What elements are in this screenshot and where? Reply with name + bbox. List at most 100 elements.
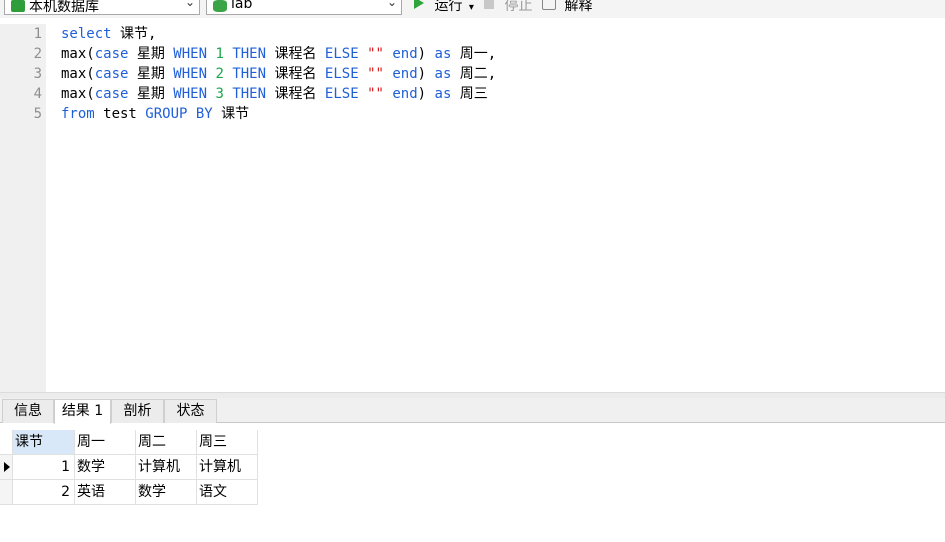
code-token: 课节: [212, 106, 250, 122]
connection-icon: [11, 0, 25, 12]
code-token: test: [94, 106, 146, 122]
column-header[interactable]: 周二: [136, 430, 197, 455]
row-selector-header: [0, 430, 13, 455]
stop-icon: [484, 0, 494, 9]
code-token: WHEN: [173, 86, 208, 102]
code-token: 课节,: [111, 26, 157, 42]
explain-button-label: 解释: [564, 0, 593, 14]
code-token: from: [61, 106, 95, 122]
code-token: WHEN: [173, 66, 208, 82]
code-token: as: [434, 46, 452, 62]
row-selector[interactable]: [0, 480, 13, 505]
line-number: 4: [33, 86, 42, 102]
code-token: case: [94, 66, 129, 82]
code-token: 课程名: [266, 86, 325, 102]
table-cell[interactable]: 计算机: [197, 455, 258, 480]
code-token: end: [392, 66, 418, 82]
column-header[interactable]: 周三: [197, 430, 258, 455]
code-token: THEN: [232, 66, 267, 82]
code-token: 星期: [128, 66, 174, 82]
code-token: max(: [61, 46, 95, 62]
table-cell[interactable]: 语文: [197, 480, 258, 505]
code-token: 周二,: [451, 66, 497, 82]
tab-status[interactable]: 状态: [164, 399, 217, 423]
chevron-down-icon: ⌄: [386, 0, 397, 9]
database-icon: [213, 0, 227, 12]
code-token: case: [94, 46, 129, 62]
sql-code[interactable]: select 课节, max(case 星期 WHEN 1 THEN 课程名 EL…: [61, 24, 496, 124]
code-token: 周一,: [451, 46, 497, 62]
database-select[interactable]: lab ⌄: [206, 0, 402, 15]
code-token: ): [417, 46, 435, 62]
code-token: GROUP BY: [145, 106, 213, 122]
code-token: 课程名: [266, 46, 325, 62]
code-token: "": [367, 86, 384, 102]
code-token: as: [434, 86, 452, 102]
code-token: 3: [215, 86, 224, 102]
code-token: as: [434, 66, 452, 82]
code-line[interactable]: max(case 星期 WHEN 1 THEN 课程名 ELSE "" end)…: [61, 44, 496, 64]
code-token: ): [417, 86, 435, 102]
code-token: "": [367, 66, 384, 82]
table-cell[interactable]: 英语: [75, 480, 136, 505]
code-token: 1: [215, 46, 224, 62]
stop-button[interactable]: 停止: [484, 0, 532, 15]
code-token: ELSE: [324, 66, 359, 82]
chevron-down-icon: ⌄: [184, 0, 195, 9]
code-token: ELSE: [324, 46, 359, 62]
code-token: ): [417, 66, 435, 82]
stop-button-label: 停止: [504, 0, 533, 14]
table-cell[interactable]: 1: [13, 455, 75, 480]
code-token: 课程名: [266, 66, 325, 82]
code-line[interactable]: max(case 星期 WHEN 3 THEN 课程名 ELSE "" end)…: [61, 84, 496, 104]
explain-icon: [542, 0, 556, 10]
code-token: 星期: [128, 46, 174, 62]
code-line[interactable]: from test GROUP BY 课节: [61, 104, 496, 124]
table-cell[interactable]: 计算机: [136, 455, 197, 480]
result-tabs: 信息 结果 1 剖析 状态: [0, 398, 945, 424]
code-token: case: [94, 86, 129, 102]
line-number-gutter: 1 2 3 4 5: [0, 24, 46, 392]
code-token: THEN: [232, 86, 267, 102]
table-cell[interactable]: 数学: [136, 480, 197, 505]
tab-profile[interactable]: 剖析: [111, 399, 164, 423]
play-icon: [414, 0, 424, 9]
column-header[interactable]: 课节: [13, 430, 75, 455]
code-token: end: [392, 86, 418, 102]
code-token: 2: [215, 66, 224, 82]
line-number: 1: [33, 26, 42, 42]
current-row-icon: [4, 462, 10, 472]
code-line[interactable]: select 课节,: [61, 24, 496, 44]
row-selector[interactable]: [0, 455, 13, 480]
line-number: 3: [33, 66, 42, 82]
code-token: ELSE: [324, 86, 359, 102]
run-button[interactable]: 运行 ▾: [414, 0, 474, 15]
line-number: 2: [33, 46, 42, 62]
tab-result-1[interactable]: 结果 1: [54, 399, 111, 424]
sql-editor[interactable]: 1 2 3 4 5 select 课节, max(case 星期 WHEN 1 T…: [0, 24, 945, 392]
code-token: WHEN: [173, 46, 208, 62]
run-dropdown-icon[interactable]: ▾: [469, 2, 474, 13]
explain-button[interactable]: 解释: [542, 0, 592, 15]
line-number: 5: [33, 106, 42, 122]
connection-select[interactable]: 本机数据库 ⌄: [4, 0, 200, 15]
toolbar: 本机数据库 ⌄ lab ⌄ 运行 ▾ 停止 解释: [0, 0, 945, 18]
code-line[interactable]: max(case 星期 WHEN 2 THEN 课程名 ELSE "" end)…: [61, 64, 496, 84]
connection-select-value: 本机数据库: [29, 0, 99, 15]
table-cell[interactable]: 2: [13, 480, 75, 505]
code-token: THEN: [232, 46, 267, 62]
code-token: "": [367, 46, 384, 62]
tab-info[interactable]: 信息: [2, 399, 54, 423]
code-token: 星期: [128, 86, 174, 102]
column-header[interactable]: 周一: [75, 430, 136, 455]
code-token: select: [61, 26, 112, 42]
code-token: max(: [61, 66, 95, 82]
code-token: 周三: [451, 86, 488, 102]
code-token: end: [392, 46, 418, 62]
code-token: max(: [61, 86, 95, 102]
table-cell[interactable]: 数学: [75, 455, 136, 480]
run-button-label: 运行: [434, 0, 463, 14]
